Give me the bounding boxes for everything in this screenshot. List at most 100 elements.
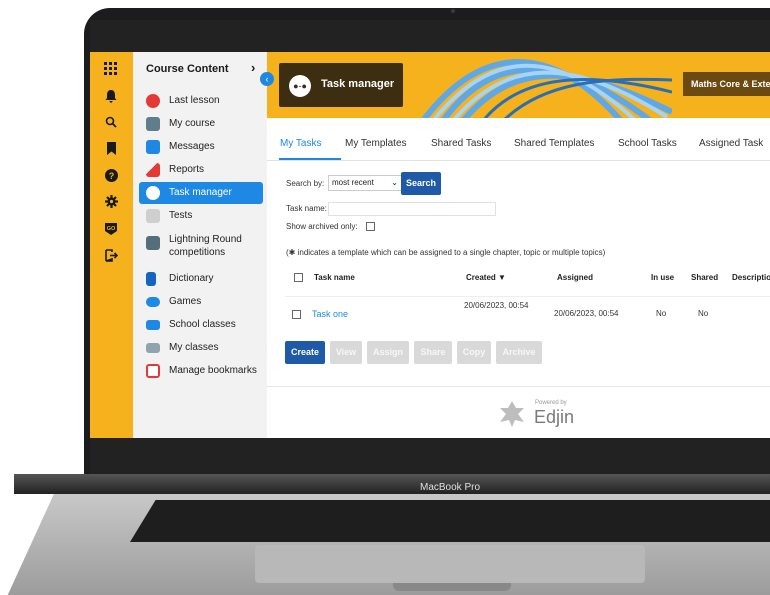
chevron-right-icon[interactable]: ›: [251, 60, 255, 75]
tab-shared-templates[interactable]: Shared Templates: [514, 138, 594, 149]
copy-button[interactable]: Copy: [457, 341, 491, 364]
template-note: (✱ indicates a template which can be ass…: [286, 248, 606, 257]
footer-divider: [267, 386, 770, 387]
sidebar-item-dictionary[interactable]: Dictionary: [139, 268, 263, 290]
banner-swirl-image: [422, 52, 672, 118]
column-header-created[interactable]: Created ▼: [466, 273, 506, 282]
edjin-logo-icon: [500, 401, 524, 427]
column-header-assigned[interactable]: Assigned: [557, 273, 593, 282]
search-by-select[interactable]: most recent ⌄: [328, 175, 403, 191]
sidebar-item-manage-bookmarks[interactable]: Manage bookmarks: [139, 360, 263, 382]
device-label: MacBook Pro: [420, 482, 481, 493]
task-manager-icon: [146, 186, 160, 200]
task-name-link[interactable]: Task one: [312, 309, 348, 319]
screen-bottom-border: [90, 438, 770, 474]
sidebar-item-label: My course: [169, 118, 216, 129]
sidebar-item-last-lesson[interactable]: Last lesson: [139, 90, 263, 112]
archive-button[interactable]: Archive: [496, 341, 542, 364]
messages-icon: [146, 140, 160, 154]
apps-grid-icon[interactable]: [103, 62, 119, 78]
search-icon[interactable]: [103, 116, 119, 132]
laptop-front-notch: [393, 583, 511, 591]
sidebar-item-label: Dictionary: [169, 273, 214, 284]
sidebar-item-label: Games: [169, 296, 202, 307]
tab-school-tasks[interactable]: School Tasks: [618, 138, 677, 149]
select-all-checkbox[interactable]: [294, 273, 303, 282]
help-icon[interactable]: ?: [103, 169, 119, 185]
sidebar-item-label: My classes: [169, 342, 219, 353]
sidebar-item-games[interactable]: Games: [139, 291, 263, 313]
table-divider: [285, 296, 770, 297]
keyboard: [130, 500, 770, 542]
tab-my-tasks[interactable]: My Tasks: [280, 138, 322, 149]
svg-text:?: ?: [108, 171, 114, 181]
gear-icon[interactable]: [103, 195, 119, 211]
show-archived-label: Show archived only:: [286, 222, 358, 231]
bell-icon[interactable]: [103, 90, 119, 106]
sidebar-item-my-course[interactable]: My course: [139, 113, 263, 135]
view-button[interactable]: View: [330, 341, 362, 364]
trackpad: [255, 545, 645, 583]
page-banner: ●-● Task manager Maths Core & Exte: [267, 52, 770, 118]
camera: [451, 9, 455, 13]
sidebar-item-task-manager[interactable]: Task manager: [139, 182, 263, 204]
laptop-hinge: [14, 474, 770, 494]
sidebar-item-label: Task manager: [169, 187, 232, 198]
column-header-description[interactable]: Description: [732, 273, 770, 282]
sidebar-item-tests[interactable]: Tests: [139, 205, 263, 227]
course-content-sidebar: Course Content › Last lesson My course M…: [133, 52, 267, 438]
last-lesson-icon: [146, 94, 160, 108]
logout-icon[interactable]: [103, 249, 119, 265]
active-tab-indicator: [279, 158, 341, 160]
sidebar-item-lightning-round[interactable]: Lightning Round competitions: [139, 228, 263, 264]
bookmark-icon[interactable]: [103, 142, 119, 158]
sidebar-item-label: Last lesson: [169, 95, 220, 106]
task-tabs: My Tasks My Templates Shared Tasks Share…: [267, 136, 770, 161]
shared-value: No: [698, 309, 709, 318]
show-archived-checkbox[interactable]: [366, 222, 375, 231]
sidebar-item-label: School classes: [169, 319, 236, 330]
share-button[interactable]: Share: [414, 341, 452, 364]
tab-assigned-tasks[interactable]: Assigned Task: [699, 138, 763, 149]
dictionary-icon: [146, 272, 156, 286]
sidebar-item-reports[interactable]: Reports: [139, 159, 263, 181]
games-icon: [146, 297, 160, 307]
school-classes-icon: [146, 320, 160, 330]
tab-shared-tasks[interactable]: Shared Tasks: [431, 138, 491, 149]
course-selector-button[interactable]: Maths Core & Exte: [683, 72, 770, 96]
create-button[interactable]: Create: [285, 341, 325, 364]
screen-top-border: [90, 20, 770, 52]
row-checkbox[interactable]: [292, 310, 301, 319]
svg-text:GO: GO: [107, 226, 116, 232]
task-name-input[interactable]: [328, 202, 496, 216]
column-header-shared[interactable]: Shared: [691, 273, 718, 282]
go-icon[interactable]: GO: [103, 222, 119, 238]
edjin-brand: Edjin: [534, 407, 575, 427]
sidebar-item-my-classes[interactable]: My classes: [139, 337, 263, 359]
search-button[interactable]: Search: [401, 172, 441, 195]
powered-by-label: Powered by: [535, 400, 567, 406]
task-name-label: Task name:: [286, 204, 327, 213]
tab-my-templates[interactable]: My Templates: [345, 138, 407, 149]
page-title: Task manager: [321, 78, 395, 90]
icon-bar: ? GO: [90, 52, 133, 438]
assigned-date: 20/06/2023, 00:54: [554, 309, 619, 318]
chevron-down-icon: ⌄: [391, 178, 398, 187]
search-by-label: Search by:: [286, 179, 325, 188]
reports-icon: [146, 163, 160, 177]
tests-icon: [146, 209, 160, 223]
sidebar-item-label: Messages: [169, 141, 215, 152]
app-screen: ? GO Course Content › Last lesson My cou…: [90, 52, 770, 438]
created-date: 20/06/2023, 00:54: [464, 301, 529, 310]
column-header-task-name[interactable]: Task name: [314, 273, 355, 282]
collapse-sidebar-button[interactable]: ‹: [260, 72, 274, 86]
sidebar-item-messages[interactable]: Messages: [139, 136, 263, 158]
sidebar-item-label: Manage bookmarks: [169, 365, 257, 376]
my-classes-icon: [146, 343, 160, 353]
column-header-in-use[interactable]: In use: [651, 273, 674, 282]
sidebar-item-label: Reports: [169, 164, 205, 175]
assign-button[interactable]: Assign: [367, 341, 409, 364]
bookmarks-icon: [146, 364, 160, 378]
sidebar-item-school-classes[interactable]: School classes: [139, 314, 263, 336]
sidebar-title: Course Content: [146, 63, 229, 75]
